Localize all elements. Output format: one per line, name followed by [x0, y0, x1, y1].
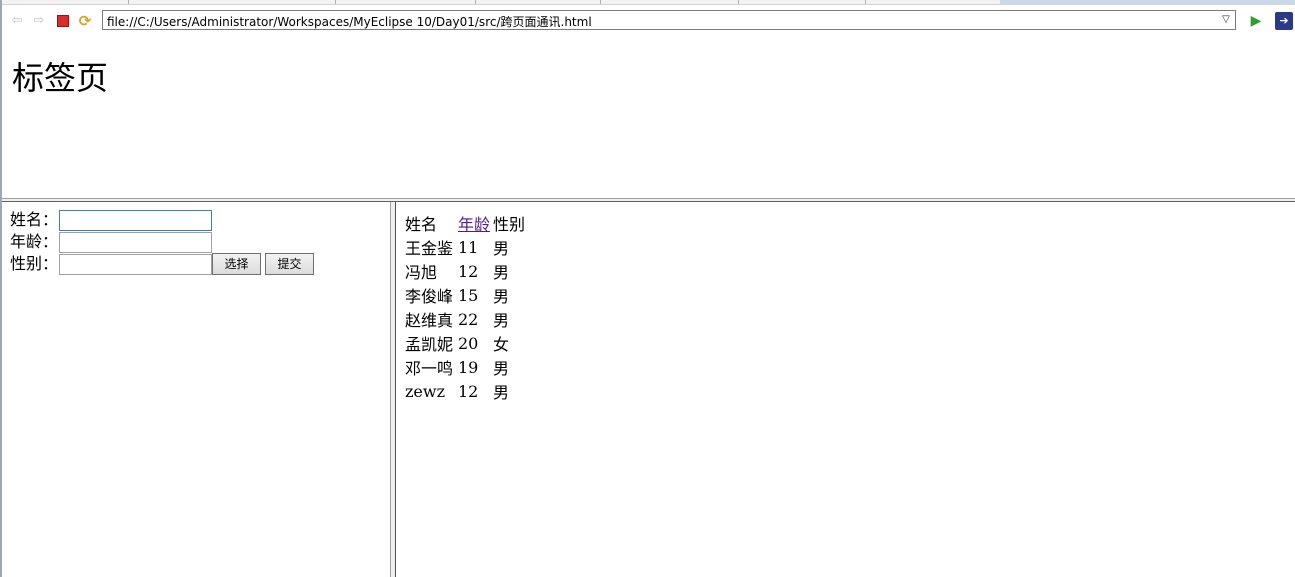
cell-name: 李俊峰: [405, 287, 454, 306]
cell-gender: 男: [493, 359, 510, 378]
cell-age: 19: [458, 357, 479, 377]
age-input[interactable]: [59, 231, 212, 253]
cell-name: zewz: [405, 381, 446, 401]
cell-name: 邓一鸣: [405, 359, 454, 378]
cell-name: 冯旭: [405, 263, 438, 282]
cell-age: 11: [458, 237, 479, 257]
cell-gender: 男: [493, 311, 510, 330]
right-frame: 姓名 年龄 性别 王金鉴 11 男 冯旭 12 男 李俊峰 15 男 赵维真 2…: [396, 202, 1295, 577]
table-row: 李俊峰 15 男: [405, 283, 527, 307]
active-editor-tab[interactable]: [1000, 0, 1295, 4]
cell-gender: 男: [493, 239, 510, 258]
cell-gender: 男: [493, 287, 510, 306]
back-arrow-icon[interactable]: ⇦: [9, 13, 25, 29]
external-browser-icon[interactable]: ➔: [1275, 12, 1293, 30]
header-name: 姓名: [405, 215, 438, 234]
stop-icon[interactable]: [55, 13, 71, 29]
choose-button[interactable]: 选择: [212, 253, 261, 275]
cell-age: 12: [458, 381, 479, 401]
cell-age: 20: [458, 333, 479, 353]
table-row: 王金鉴 11 男: [405, 235, 527, 259]
cell-gender: 男: [493, 263, 510, 282]
age-label: 年龄：: [10, 232, 59, 251]
tab-separator: [738, 0, 739, 4]
cell-age: 22: [458, 309, 479, 329]
submit-button[interactable]: 提交: [265, 253, 314, 275]
age-row: 年龄：: [10, 231, 212, 253]
left-frame: 姓名： 年龄： 性别： 选择 提交: [2, 202, 390, 577]
go-play-icon[interactable]: ▶: [1248, 13, 1264, 29]
tab-separator: [335, 0, 336, 4]
header-gender: 性别: [493, 215, 526, 234]
table-row: 邓一鸣 19 男: [405, 355, 527, 379]
cell-age: 15: [458, 285, 479, 305]
tab-separator: [865, 0, 866, 4]
top-frame: 标签页: [2, 37, 1295, 198]
name-input[interactable]: [59, 209, 212, 231]
tab-separator: [600, 0, 601, 4]
tab-separator: [475, 0, 476, 4]
refresh-icon[interactable]: ⟳: [77, 13, 93, 29]
cell-name: 孟凯妮: [405, 335, 454, 354]
cell-name: 赵维真: [405, 311, 454, 330]
table-row: zewz 12 男: [405, 379, 527, 403]
chevron-down-icon[interactable]: ▽: [1219, 13, 1233, 27]
header-age-link[interactable]: 年龄: [458, 211, 493, 235]
gender-input[interactable]: [59, 253, 212, 275]
address-bar[interactable]: file://C:/Users/Administrator/Workspaces…: [102, 10, 1236, 30]
table-header-row: 姓名 年龄 性别: [405, 211, 527, 235]
student-table: 姓名 年龄 性别 王金鉴 11 男 冯旭 12 男 李俊峰 15 男 赵维真 2…: [405, 211, 527, 403]
name-label: 姓名：: [10, 210, 59, 229]
cell-age: 12: [458, 261, 479, 281]
address-bar-url[interactable]: file://C:/Users/Administrator/Workspaces…: [107, 13, 592, 30]
cell-name: 王金鉴: [405, 239, 454, 258]
sort-by-age-link[interactable]: 年龄: [458, 215, 490, 234]
browser-toolbar: ⇦ ⇨ ⟳ file://C:/Users/Administrator/Work…: [2, 5, 1295, 37]
name-row: 姓名：: [10, 209, 212, 231]
cell-gender: 男: [493, 383, 510, 402]
browser-window: ⇦ ⇨ ⟳ file://C:/Users/Administrator/Work…: [0, 0, 1295, 577]
table-row: 冯旭 12 男: [405, 259, 527, 283]
page-title: 标签页: [12, 59, 109, 97]
cell-gender: 女: [493, 335, 510, 354]
forward-arrow-icon[interactable]: ⇨: [31, 13, 47, 29]
table-row: 赵维真 22 男: [405, 307, 527, 331]
gender-row: 性别： 选择 提交: [10, 253, 314, 275]
table-row: 孟凯妮 20 女: [405, 331, 527, 355]
gender-label: 性别：: [10, 254, 59, 273]
tab-separator: [128, 0, 129, 4]
